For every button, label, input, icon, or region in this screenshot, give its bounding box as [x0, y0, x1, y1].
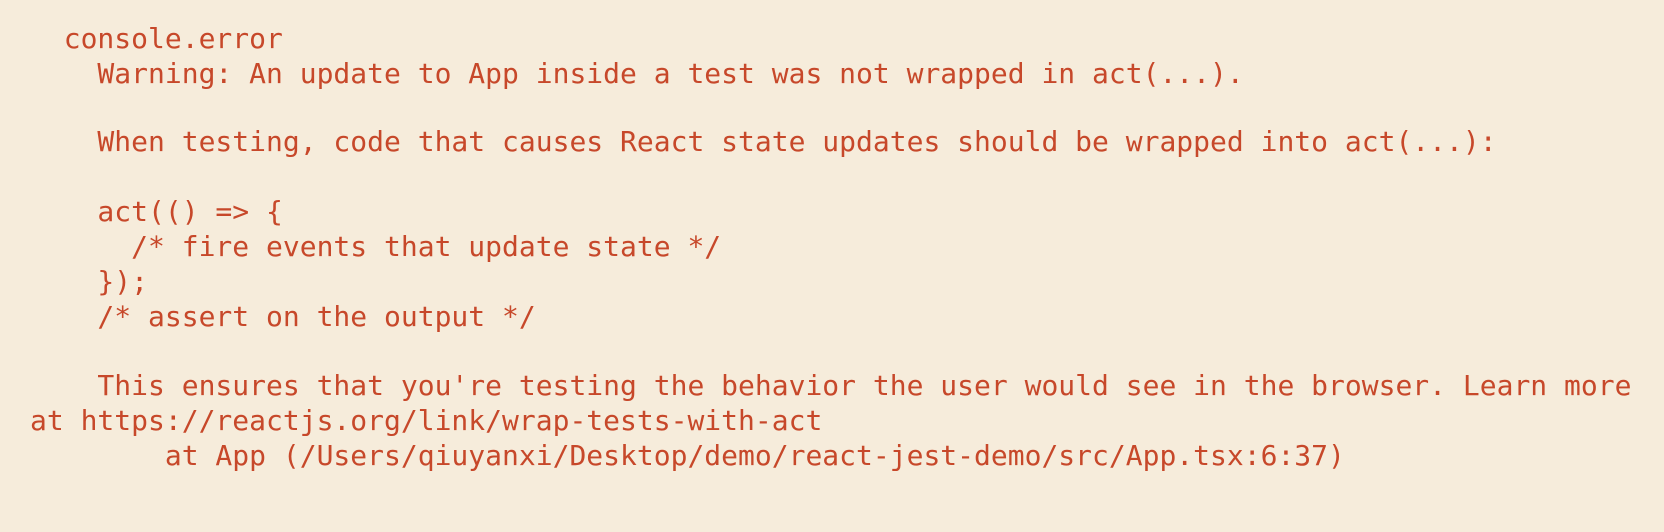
console-error-header: console.error	[30, 22, 283, 55]
note-text-line-2: at https://reactjs.org/link/wrap-tests-w…	[30, 404, 823, 437]
console-output: console.error Warning: An update to App …	[0, 0, 1664, 532]
code-line-act-close: });	[30, 265, 149, 298]
stack-trace: at App (/Users/qiuyanxi/Desktop/demo/rea…	[30, 439, 1345, 472]
instruction-text: When testing, code that causes React sta…	[30, 125, 1497, 158]
code-line-fire-events: /* fire events that update state */	[30, 230, 722, 263]
code-line-act-open: act(() => {	[30, 195, 283, 228]
warning-message: Warning: An update to App inside a test …	[30, 57, 1244, 90]
note-text-line-1: This ensures that you're testing the beh…	[30, 369, 1632, 402]
code-line-assert: /* assert on the output */	[30, 300, 536, 333]
